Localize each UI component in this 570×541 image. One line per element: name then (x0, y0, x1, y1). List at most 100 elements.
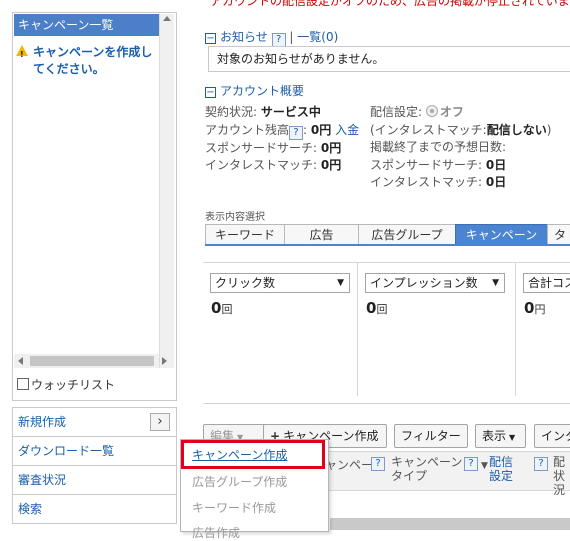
metric-value-cost: 0円 (524, 299, 545, 317)
forecast-sponsored-value: 0日 (485, 157, 507, 172)
menu-item-create-keyword[interactable]: キーワード作成 (192, 499, 276, 516)
notices-message: 対象のお知らせがありません。 (208, 46, 570, 72)
chevron-down-icon[interactable]: ▼ (337, 274, 344, 292)
metric-select-label: インプレッション数 (370, 276, 478, 290)
delivery-radio-icon[interactable] (425, 105, 438, 117)
chevron-down-icon: ▼ (509, 433, 516, 442)
metric-value-impressions: 0回 (366, 299, 387, 317)
table-scroll-strip (330, 518, 570, 530)
metric-select-clicks[interactable]: クリック数 ▼ (210, 273, 350, 293)
sidebar-item-label: ダウンロード一覧 (18, 444, 115, 458)
column-campaign-type[interactable]: キャンペーン タイプ (391, 455, 462, 483)
menu-item-create-ad-group[interactable]: 広告グループ作成 (192, 473, 287, 490)
contract-label: 契約状況: (205, 105, 258, 119)
column-delivery-status[interactable]: 配状況 (553, 455, 570, 497)
column-delivery-setting[interactable]: 配信 設定 (489, 455, 513, 483)
tab-campaign[interactable]: キャンペーン (455, 224, 548, 246)
tab-underline (205, 244, 570, 246)
contract-value: サービス中 (260, 105, 321, 119)
forecast-interest-value: 0日 (485, 175, 507, 189)
column-label: 状況 (553, 469, 566, 497)
metric-total-cost: 合計コス 0円 (516, 263, 570, 396)
balance-label: アカウント残高 (205, 122, 290, 137)
tab-more[interactable]: タ (547, 224, 570, 246)
sidebar-item-label: 新規作成 (18, 415, 67, 429)
tab-ad-group[interactable]: 広告グループ (358, 224, 456, 246)
scrollbar-thumb[interactable] (30, 356, 154, 366)
notices-header: − お知らせ ? | 一覧(0) (205, 30, 339, 47)
display-label: 表示 (482, 429, 507, 443)
collapse-icon[interactable]: − (205, 87, 216, 98)
metric-clicks: クリック数 ▼ 0回 (203, 263, 358, 396)
toolbar-divider (203, 403, 570, 404)
vertical-scrollbar[interactable] (159, 14, 174, 368)
forecast-sponsored-label: スポンサードサーチ: (370, 157, 483, 172)
menu-item-create-ad[interactable]: 広告作成 (192, 524, 240, 541)
delivery-settings-column: 配信設定: オフ (インタレストマッチ:配信しない) 掲載終了までの予想日数: … (370, 104, 551, 192)
account-overview-header: − アカウント概要 (205, 82, 304, 99)
interest-delivery-label: (インタレストマッチ: (370, 122, 487, 137)
tab-keyword[interactable]: キーワード (205, 224, 285, 246)
filter-button[interactable]: フィルター (394, 424, 468, 448)
sidebar-item-review-status[interactable]: 審査状況 (13, 466, 176, 495)
sidebar-menu: 新規作成 › ダウンロード一覧 審査状況 検索 (12, 407, 177, 524)
help-icon[interactable]: ? (271, 33, 286, 47)
warning-icon (16, 45, 28, 63)
metric-select-label: 合計コス (528, 276, 570, 290)
column-campaign-name[interactable]: ャンペー (325, 458, 373, 472)
watchlist-label: ウォッチリスト (31, 378, 116, 392)
help-icon[interactable]: ? (289, 125, 304, 140)
interest-delivery-value: 配信しない (486, 122, 547, 137)
column-label: タイプ (391, 469, 428, 483)
create-campaign-warning-text: キャンペーンを作成してください。 (33, 45, 153, 76)
sidebar-item-search[interactable]: 検索 (13, 495, 176, 524)
delivery-stopped-warning: アカウントの配信設定がオフのため、広告の掲載が停止されています。 (210, 0, 570, 8)
display-button[interactable]: 表示 ▼ (475, 424, 526, 448)
help-icon[interactable]: ? (534, 457, 548, 471)
column-label: 配信 (489, 455, 514, 469)
more-button[interactable]: インタ (534, 424, 570, 448)
balance-value: 0円 (310, 122, 332, 137)
scroll-right-icon[interactable] (162, 357, 167, 365)
notices-list-link[interactable]: 一覧(0) (297, 30, 338, 44)
horizontal-scrollbar[interactable] (14, 354, 167, 368)
chevron-right-icon[interactable]: › (150, 413, 170, 431)
scroll-up-icon[interactable] (163, 16, 171, 21)
collapse-icon[interactable]: − (205, 33, 216, 44)
campaign-list-title[interactable]: キャンペーン一覧 (14, 14, 161, 36)
delivery-label: 配信設定: (370, 105, 423, 119)
tab-ads[interactable]: 広告 (284, 224, 359, 246)
metric-number: 0 (524, 299, 535, 317)
metric-unit: 回 (221, 303, 233, 316)
scroll-left-icon[interactable] (18, 357, 23, 365)
column-label: キャンペーン (391, 455, 463, 469)
sidebar-item-downloads[interactable]: ダウンロード一覧 (13, 437, 176, 466)
column-label: 配 (553, 455, 566, 469)
account-overview-title: アカウント概要 (220, 84, 305, 98)
sidebar-item-new[interactable]: 新規作成 › (13, 408, 176, 437)
interest-label: インタレストマッチ: (205, 158, 318, 172)
deposit-link[interactable]: 入金 (335, 123, 359, 137)
watchlist-checkbox[interactable]: ウォッチリスト (17, 376, 115, 393)
highlight-box (181, 440, 325, 469)
metric-impressions: インプレッション数 ▼ 0回 (358, 263, 516, 396)
metric-number: 0 (211, 299, 222, 317)
forecast-label: 掲載終了までの予想日数: (370, 140, 507, 154)
interest-delivery-close: ) (546, 122, 552, 137)
chevron-down-icon[interactable]: ▼ (492, 274, 499, 292)
metric-select-label: クリック数 (215, 276, 276, 290)
metric-unit: 回 (376, 303, 388, 316)
forecast-interest-label: インタレストマッチ: (370, 175, 483, 189)
checkbox-icon[interactable] (17, 378, 29, 390)
metric-select-cost[interactable]: 合計コス (523, 273, 570, 293)
metric-select-impressions[interactable]: インプレッション数 ▼ (365, 273, 505, 293)
delivery-value: オフ (439, 105, 464, 119)
metrics-panel: クリック数 ▼ 0回 インプレッション数 ▼ 0回 合計コス 0円 (203, 262, 570, 396)
help-icon[interactable]: ? (464, 457, 478, 471)
sort-down-icon[interactable]: ▼ (481, 459, 488, 473)
help-icon[interactable]: ? (371, 457, 385, 471)
interest-value: 0円 (320, 158, 342, 172)
notices-title: お知らせ (220, 30, 268, 44)
metric-number: 0 (366, 299, 377, 317)
account-status-column: 契約状況: サービス中 アカウント残高?: 0円 入金 スポンサードサーチ: 0… (205, 105, 360, 172)
